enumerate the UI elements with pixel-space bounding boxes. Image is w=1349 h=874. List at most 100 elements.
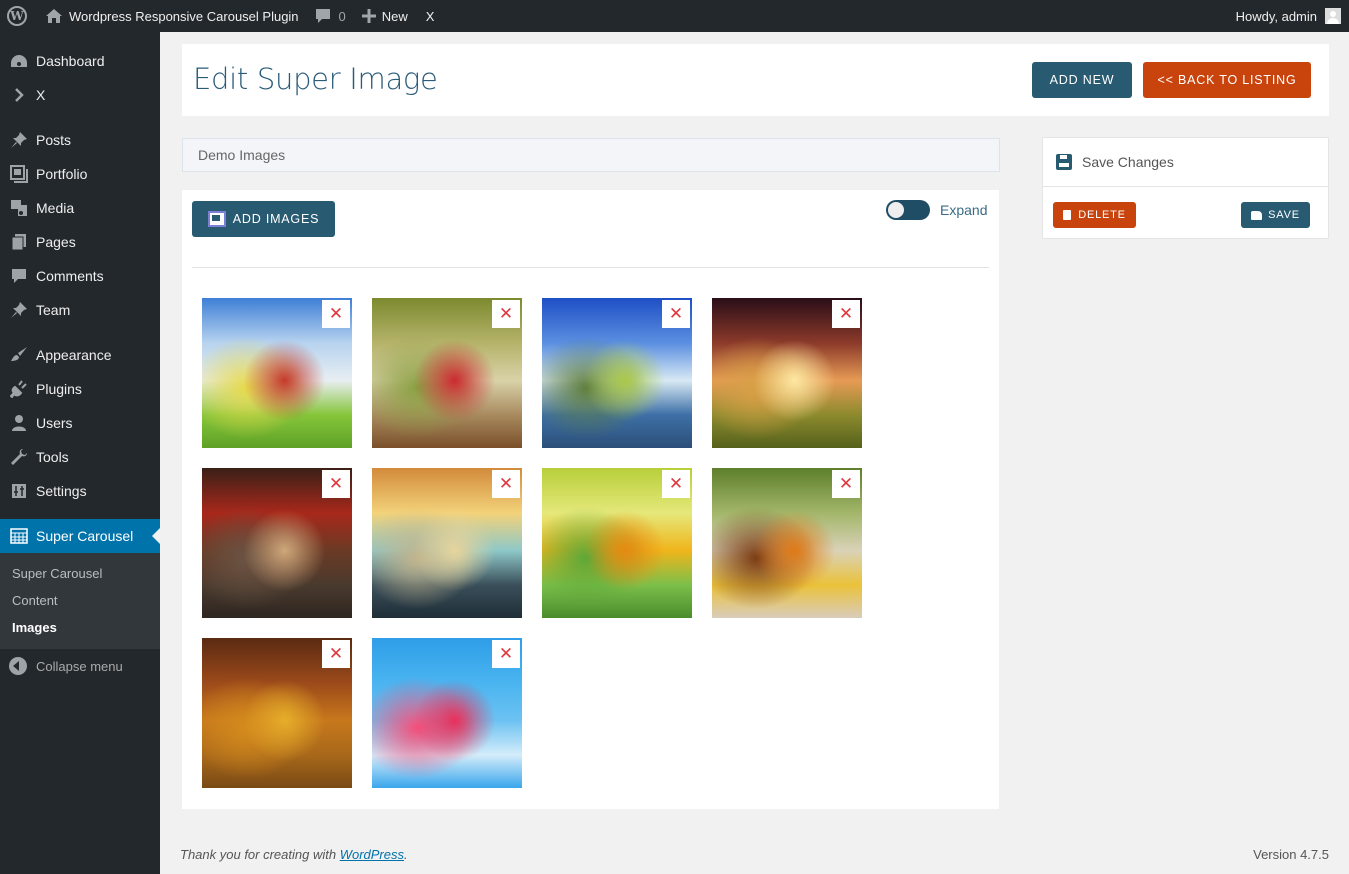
plus-icon xyxy=(361,9,376,23)
page-header: Edit Super Image ADD NEW << BACK TO LIST… xyxy=(182,44,1329,116)
comment-icon xyxy=(9,266,29,286)
sidebar-item-dashboard[interactable]: Dashboard xyxy=(0,44,160,78)
sidebar-label: Team xyxy=(36,302,71,318)
collapse-arrow-icon xyxy=(9,657,27,675)
image-thumbnail-flower-bicycle[interactable]: ✕ xyxy=(372,298,522,448)
new-content-link[interactable]: New xyxy=(354,0,416,32)
images-icon xyxy=(207,211,226,227)
sidebar-item-posts[interactable]: Posts xyxy=(0,123,160,157)
delete-button[interactable]: DELETE xyxy=(1053,202,1136,228)
image-thumbnail-girls-in-hats-field[interactable]: ✕ xyxy=(202,298,352,448)
thumbs-up-icon xyxy=(1251,210,1263,220)
portfolio-icon xyxy=(9,164,29,184)
page-title: Edit Super Image xyxy=(193,62,438,96)
sidebar-item-x[interactable]: X xyxy=(0,78,160,112)
footer-period: . xyxy=(404,847,408,862)
submenu-item-images[interactable]: Images xyxy=(0,614,160,641)
my-account-menu[interactable]: Howdy, admin xyxy=(1228,0,1349,32)
image-thumbnail-autumn-bench[interactable]: ✕ xyxy=(202,638,352,788)
image-thumbnail-eiffel-tower[interactable]: ✕ xyxy=(542,298,692,448)
add-new-button[interactable]: ADD NEW xyxy=(1032,62,1132,98)
carousel-icon xyxy=(9,526,29,546)
gallery-name-input[interactable] xyxy=(182,138,1000,172)
sidebar-item-team[interactable]: Team xyxy=(0,293,160,327)
wordpress-link[interactable]: WordPress xyxy=(340,847,404,862)
admin-bar: W Wordpress Responsive Carousel Plugin 0… xyxy=(0,0,1349,32)
save-changes-header: Save Changes xyxy=(1043,138,1328,187)
sidebar-item-portfolio[interactable]: Portfolio xyxy=(0,157,160,191)
image-thumbnail-pink-gerbera[interactable]: ✕ xyxy=(372,638,522,788)
image-thumbnail-railway-sunset[interactable]: ✕ xyxy=(372,468,522,618)
admin-sidebar: Dashboard X Posts Portfolio Media Pages … xyxy=(0,32,160,874)
new-label: New xyxy=(381,8,408,24)
sidebar-label: X xyxy=(36,87,46,103)
sidebar-item-media[interactable]: Media xyxy=(0,191,160,225)
sidebar-label: Dashboard xyxy=(36,53,105,69)
save-changes-box: Save Changes DELETE SAVE xyxy=(1042,137,1329,239)
remove-image-button[interactable]: ✕ xyxy=(832,300,860,328)
submenu-item-content[interactable]: Content xyxy=(0,587,160,614)
site-name-link[interactable]: Wordpress Responsive Carousel Plugin xyxy=(37,0,307,32)
sidebar-label: Comments xyxy=(36,268,104,284)
pin-icon xyxy=(9,300,29,320)
footer-thanks-text: Thank you for creating with xyxy=(180,847,340,862)
sidebar-item-super-carousel[interactable]: Super Carousel xyxy=(0,519,160,553)
add-images-button[interactable]: ADD IMAGES xyxy=(192,201,335,237)
remove-image-button[interactable]: ✕ xyxy=(832,470,860,498)
expand-label: Expand xyxy=(940,202,988,218)
divider xyxy=(192,267,989,268)
remove-image-button[interactable]: ✕ xyxy=(322,300,350,328)
add-images-label: ADD IMAGES xyxy=(232,212,320,226)
comments-count: 0 xyxy=(338,8,346,24)
wp-logo-menu[interactable]: W xyxy=(0,0,37,32)
submenu-item-super-carousel[interactable]: Super Carousel xyxy=(0,560,160,587)
sidebar-item-comments[interactable]: Comments xyxy=(0,259,160,293)
home-icon xyxy=(45,8,63,24)
remove-image-button[interactable]: ✕ xyxy=(492,470,520,498)
sidebar-item-tools[interactable]: Tools xyxy=(0,440,160,474)
sidebar-label: Appearance xyxy=(36,347,112,363)
greeting: Howdy, admin xyxy=(1235,8,1317,24)
sidebar-label: Pages xyxy=(36,234,76,250)
back-to-listing-button[interactable]: << BACK TO LISTING xyxy=(1143,62,1311,98)
footer-version: Version 4.7.5 xyxy=(1253,847,1329,862)
sidebar-item-plugins[interactable]: Plugins xyxy=(0,372,160,406)
sidebar-label: Portfolio xyxy=(36,166,88,182)
save-button[interactable]: SAVE xyxy=(1241,202,1310,228)
settings-icon xyxy=(9,481,29,501)
comments-link[interactable]: 0 xyxy=(307,0,354,32)
remove-image-button[interactable]: ✕ xyxy=(492,300,520,328)
sidebar-item-users[interactable]: Users xyxy=(0,406,160,440)
sidebar-label: Tools xyxy=(36,449,69,465)
sidebar-label: Posts xyxy=(36,132,72,148)
pin-icon xyxy=(9,130,29,150)
sidebar-item-pages[interactable]: Pages xyxy=(0,225,160,259)
remove-image-button[interactable]: ✕ xyxy=(492,640,520,668)
remove-image-button[interactable]: ✕ xyxy=(322,640,350,668)
trash-icon xyxy=(1063,210,1072,220)
expand-toggle[interactable] xyxy=(886,200,930,220)
images-panel: ADD IMAGES Expand ✕ ✕ ✕ ✕ ✕ ✕ ✕ ✕ ✕ ✕ xyxy=(182,190,999,809)
chevron-right-icon xyxy=(9,85,29,105)
remove-image-button[interactable]: ✕ xyxy=(662,300,690,328)
remove-image-button[interactable]: ✕ xyxy=(662,470,690,498)
image-thumbnail-horse-autumn[interactable]: ✕ xyxy=(202,468,352,618)
image-thumbnail-sunset-truck[interactable]: ✕ xyxy=(712,298,862,448)
image-thumbnail-monarch-butterfly[interactable]: ✕ xyxy=(712,468,862,618)
sidebar-item-appearance[interactable]: Appearance xyxy=(0,338,160,372)
footer-thanks: Thank you for creating with WordPress. xyxy=(180,847,408,862)
expand-toggle-group: Expand xyxy=(886,200,987,220)
save-label: SAVE xyxy=(1268,209,1300,221)
sidebar-item-settings[interactable]: Settings xyxy=(0,474,160,508)
sidebar-label: Settings xyxy=(36,483,87,499)
collapse-menu-button[interactable]: Collapse menu xyxy=(0,649,160,683)
site-name: Wordpress Responsive Carousel Plugin xyxy=(69,8,299,24)
remove-image-button[interactable]: ✕ xyxy=(322,470,350,498)
brush-icon xyxy=(9,345,29,365)
avatar xyxy=(1325,8,1341,24)
sidebar-label: Media xyxy=(36,200,75,216)
image-thumbnail-yellow-crocus[interactable]: ✕ xyxy=(542,468,692,618)
delete-label: DELETE xyxy=(1078,209,1126,221)
pages-icon xyxy=(9,232,29,252)
x-link[interactable]: X xyxy=(416,0,443,32)
